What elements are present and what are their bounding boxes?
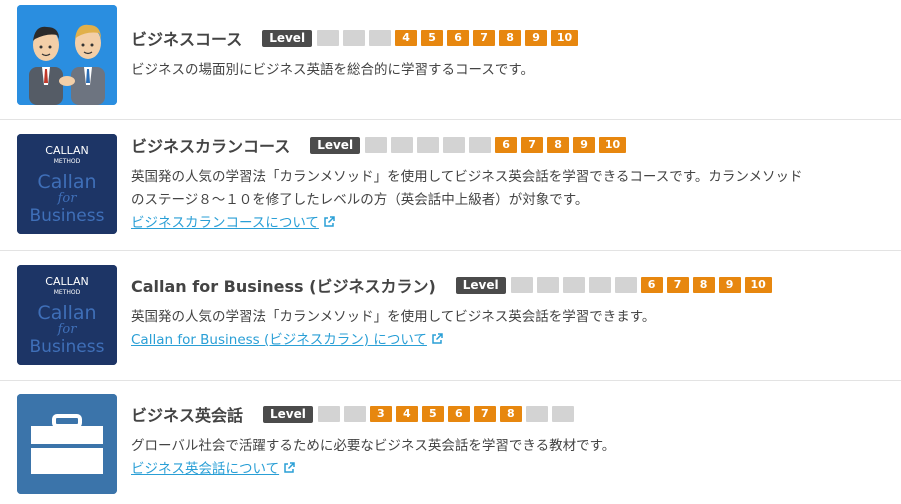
level-cell: 4 xyxy=(395,406,418,422)
level-cell xyxy=(417,137,440,153)
course-detail-link[interactable]: ビジネスカランコースについて xyxy=(131,212,335,234)
level-cell: 9 xyxy=(525,30,548,46)
level-cell: 7 xyxy=(666,277,689,293)
level-indicator: Level 6 7 8 9 10 xyxy=(455,276,776,294)
level-cell xyxy=(443,137,466,153)
course-body: ビジネス英会話 Level 3 4 5 6 7 8 グローバル社会で活躍するため… xyxy=(131,404,901,480)
level-cell: 9 xyxy=(718,277,741,293)
level-badge: Level xyxy=(455,276,506,294)
briefcase-icon xyxy=(17,394,117,494)
course-body: ビジネスカランコース Level 6 7 8 9 10 英国発の人気の学習法「カ… xyxy=(131,134,901,234)
level-cell xyxy=(343,406,366,422)
svg-text:METHOD: METHOD xyxy=(54,289,81,296)
level-cell xyxy=(343,30,366,46)
course-item[interactable]: CALLAN METHOD Callan for Business ビジネスカラ… xyxy=(17,134,901,234)
course-title[interactable]: ビジネスコース xyxy=(131,26,242,50)
external-link-icon xyxy=(432,333,443,344)
level-cell: 7 xyxy=(521,137,544,153)
svg-text:Callan: Callan xyxy=(37,302,96,324)
course-title[interactable]: ビジネス英会話 xyxy=(131,402,243,426)
svg-text:METHOD: METHOD xyxy=(54,158,81,165)
level-cell: 10 xyxy=(551,30,579,46)
description-line: 英国発の人気の学習法「カランメソッド」を使用してビジネス英会話を学習できるコース… xyxy=(131,169,803,185)
link-text: ビジネスカランコースについて xyxy=(131,215,319,231)
level-cell xyxy=(562,277,585,293)
course-description: ビジネスの場面別にビジネス英語を総合的に学習するコースです。 xyxy=(131,62,534,78)
level-cell: 7 xyxy=(473,406,496,422)
level-cell: 6 xyxy=(495,137,518,153)
course-description: グローバル社会で活躍するために必要なビジネス英会話を学習できる教材です。 xyxy=(131,438,616,454)
course-body: ビジネスコース Level 4 5 6 7 8 9 10 ビジネスの場面別にビジ… xyxy=(131,29,901,82)
level-cell: 7 xyxy=(473,30,496,46)
callan-logo-image: CALLAN METHOD Callan for Business xyxy=(17,134,117,234)
course-body: Callan for Business (ビジネスカラン) Level 6 7 … xyxy=(131,275,901,351)
level-cell: 8 xyxy=(547,137,570,153)
link-text: ビジネス英会話について xyxy=(131,461,280,477)
level-cell xyxy=(510,277,533,293)
level-badge: Level xyxy=(310,136,361,154)
level-cell: 4 xyxy=(395,30,418,46)
level-cell xyxy=(551,406,574,422)
level-cell: 6 xyxy=(640,277,663,293)
course-detail-link[interactable]: ビジネス英会話について xyxy=(131,458,295,480)
callan-business-logo[interactable]: CALLAN METHOD Callan for Business xyxy=(17,134,117,234)
level-cell: 6 xyxy=(447,30,470,46)
level-badge: Level xyxy=(262,29,313,47)
level-cell: 9 xyxy=(573,137,596,153)
svg-text:for: for xyxy=(57,191,78,206)
course-description: 英国発の人気の学習法「カランメソッド」を使用してビジネス英会話を学習できるコース… xyxy=(131,166,901,212)
svg-text:CALLAN: CALLAN xyxy=(45,144,88,157)
level-cell xyxy=(536,277,559,293)
level-cell xyxy=(588,277,611,293)
external-link-icon xyxy=(324,216,335,227)
course-title[interactable]: Callan for Business (ビジネスカラン) xyxy=(131,273,436,297)
level-indicator: Level 4 5 6 7 8 9 10 xyxy=(262,29,582,47)
level-cell: 8 xyxy=(499,30,522,46)
level-cell xyxy=(365,137,388,153)
level-cell xyxy=(391,137,414,153)
level-cell xyxy=(369,30,392,46)
external-link-icon xyxy=(284,462,295,473)
business-handshake-image[interactable] xyxy=(17,5,117,105)
callan-business-logo[interactable]: CALLAN METHOD Callan for Business xyxy=(17,265,117,365)
level-cell xyxy=(614,277,637,293)
callan-logo-image: CALLAN METHOD Callan for Business xyxy=(17,265,117,365)
svg-text:Callan: Callan xyxy=(37,171,96,193)
level-indicator: Level 6 7 8 9 10 xyxy=(310,136,630,154)
level-cell: 3 xyxy=(369,406,392,422)
svg-text:CALLAN: CALLAN xyxy=(45,275,88,288)
description-line: のステージ８～１０を修了したレベルの方（英会話中上級者）が対象です。 xyxy=(131,192,589,208)
handshake-illustration xyxy=(17,5,117,105)
level-cell: 5 xyxy=(421,406,444,422)
level-cell: 6 xyxy=(447,406,470,422)
svg-text:for: for xyxy=(57,322,78,337)
level-cell: 8 xyxy=(692,277,715,293)
level-indicator: Level 3 4 5 6 7 8 xyxy=(263,405,578,423)
svg-text:Business: Business xyxy=(30,337,105,357)
level-cell xyxy=(469,137,492,153)
course-item[interactable]: CALLAN METHOD Callan for Business Callan… xyxy=(17,265,901,365)
course-description: 英国発の人気の学習法「カランメソッド」を使用してビジネス英会話を学習できます。 xyxy=(131,309,656,325)
level-cell: 10 xyxy=(599,137,627,153)
divider xyxy=(0,380,901,381)
level-badge: Level xyxy=(263,405,313,423)
level-cell: 5 xyxy=(421,30,444,46)
course-item[interactable]: ビジネス英会話 Level 3 4 5 6 7 8 グローバル社会で活躍するため… xyxy=(17,394,901,494)
divider xyxy=(0,119,901,120)
level-cell: 8 xyxy=(499,406,522,422)
level-cell xyxy=(317,406,340,422)
course-detail-link[interactable]: Callan for Business (ビジネスカラン) について xyxy=(131,329,443,351)
level-cell xyxy=(525,406,548,422)
course-item[interactable]: ビジネスコース Level 4 5 6 7 8 9 10 ビジネスの場面別にビジ… xyxy=(17,5,901,105)
divider xyxy=(0,250,901,251)
level-cell: 10 xyxy=(744,277,772,293)
svg-text:Business: Business xyxy=(30,206,105,226)
briefcase-image[interactable] xyxy=(17,394,117,494)
course-title[interactable]: ビジネスカランコース xyxy=(131,133,290,157)
level-cell xyxy=(317,30,340,46)
link-text: Callan for Business (ビジネスカラン) について xyxy=(131,332,427,348)
